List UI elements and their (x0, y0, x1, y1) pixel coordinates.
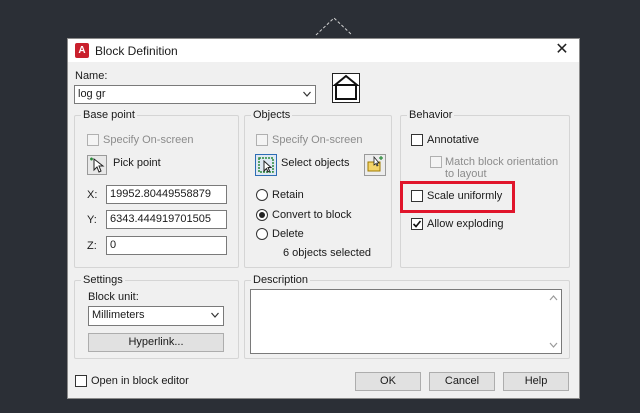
z-label: Z: (87, 240, 97, 252)
ok-button[interactable]: OK (355, 372, 421, 391)
allow-exploding-checkbox[interactable] (411, 218, 423, 230)
name-combobox[interactable]: log gr (74, 85, 316, 104)
y-input[interactable]: 6343.444919701505 (106, 210, 227, 229)
base-specify-onscreen-checkbox[interactable] (87, 134, 99, 146)
delete-radio[interactable] (256, 228, 268, 240)
dashed-triangle-outline (315, 17, 353, 36)
open-in-block-editor-checkbox[interactable] (75, 375, 87, 387)
match-orientation-label-line2: to layout (445, 168, 487, 180)
objects-specify-onscreen-checkbox[interactable] (256, 134, 268, 146)
base-point-title: Base point (81, 109, 137, 121)
chevron-down-icon (303, 91, 311, 97)
objects-selected-status: 6 objects selected (283, 247, 372, 259)
allow-exploding-label: Allow exploding (427, 218, 504, 230)
retain-label: Retain (272, 189, 304, 201)
description-title: Description (251, 274, 311, 286)
close-icon: ✕ (555, 41, 569, 58)
block-unit-select[interactable]: Millimeters (88, 306, 224, 326)
z-input[interactable]: 0 (106, 236, 227, 255)
x-input[interactable]: 19952.80449558879 (106, 185, 227, 204)
pick-point-icon[interactable] (87, 155, 107, 175)
description-textarea[interactable] (250, 289, 562, 354)
match-orientation-label-line1: Match block orientation (445, 156, 559, 168)
y-label: Y: (87, 214, 97, 226)
convert-to-block-label: Convert to block (272, 209, 352, 221)
title-bar: A Block Definition ✕ (68, 39, 579, 62)
settings-title: Settings (81, 274, 125, 286)
annotative-label: Annotative (427, 134, 479, 146)
name-value: log gr (78, 88, 106, 100)
select-objects-label[interactable]: Select objects (281, 157, 349, 169)
block-preview-icon (332, 73, 360, 103)
autocad-app-icon: A (75, 43, 89, 58)
scale-uniformly-highlight-box (400, 181, 515, 213)
checkmark-icon (412, 220, 422, 228)
retain-radio[interactable] (256, 189, 268, 201)
x-label: X: (87, 189, 98, 201)
hyperlink-button[interactable]: Hyperlink... (88, 333, 224, 352)
block-unit-label: Block unit: (88, 291, 139, 303)
block-unit-value: Millimeters (92, 309, 145, 321)
annotative-checkbox[interactable] (411, 134, 423, 146)
objects-specify-onscreen-label: Specify On-screen (272, 134, 363, 146)
quick-select-icon[interactable] (364, 154, 386, 176)
base-specify-onscreen-label: Specify On-screen (103, 134, 194, 146)
radio-selected-dot (259, 212, 265, 218)
scroll-up-arrow-icon[interactable] (549, 294, 558, 302)
chevron-down-icon (211, 312, 219, 318)
scroll-down-arrow-icon[interactable] (549, 341, 558, 349)
convert-to-block-radio[interactable] (256, 209, 268, 221)
pick-point-label[interactable]: Pick point (113, 157, 161, 169)
cancel-button[interactable]: Cancel (429, 372, 495, 391)
close-button[interactable]: ✕ (554, 42, 570, 58)
block-definition-dialog: A Block Definition ✕ Name: log gr Base p… (67, 38, 580, 399)
objects-title: Objects (251, 109, 293, 121)
dialog-title: Block Definition (95, 44, 178, 58)
name-label: Name: (75, 70, 108, 82)
behavior-title: Behavior (407, 109, 455, 121)
help-button[interactable]: Help (503, 372, 569, 391)
select-objects-icon[interactable] (255, 154, 277, 176)
delete-label: Delete (272, 228, 304, 240)
match-orientation-checkbox[interactable] (430, 156, 442, 168)
open-in-block-editor-label: Open in block editor (91, 375, 189, 387)
